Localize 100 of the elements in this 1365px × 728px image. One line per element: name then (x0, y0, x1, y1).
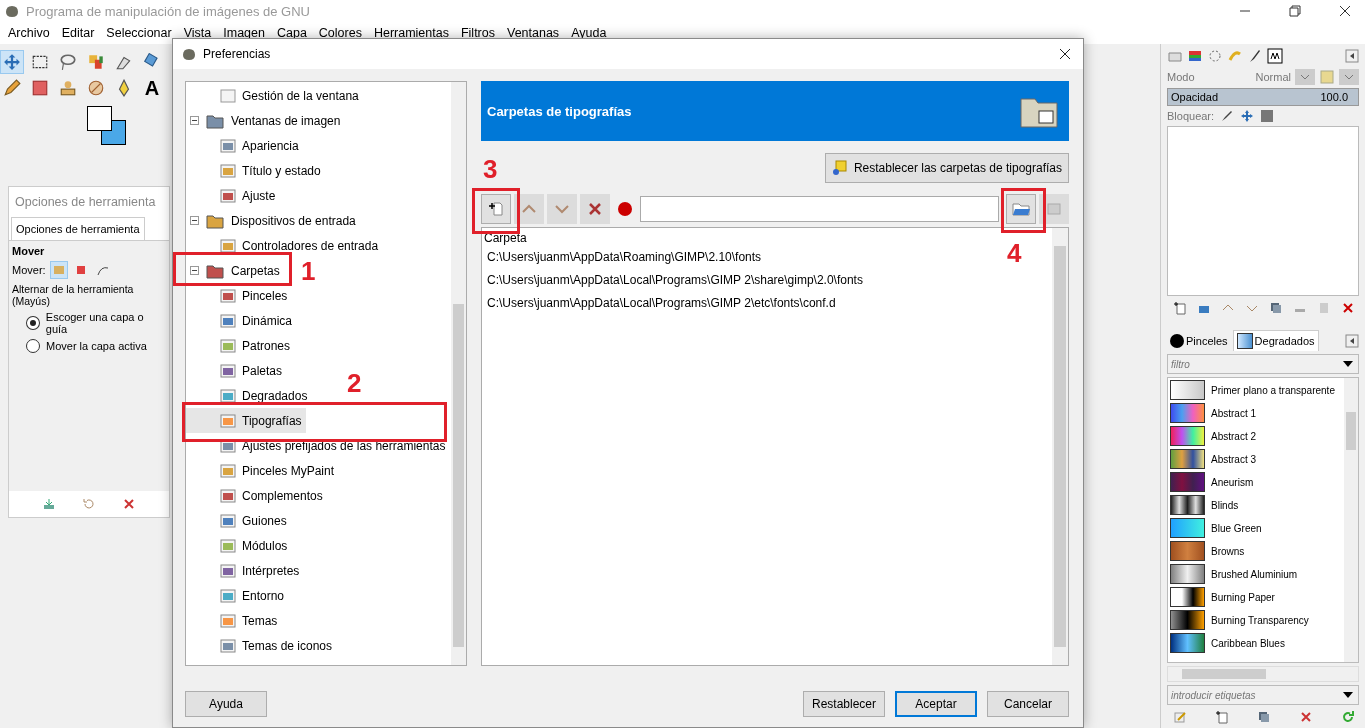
dropdown-button[interactable] (1295, 69, 1315, 85)
menu-item[interactable]: Ayuda (571, 26, 607, 40)
tree-item[interactable]: Entorno (186, 583, 289, 608)
tree-item[interactable]: Controladores de entrada (186, 233, 383, 258)
gradient-item[interactable]: Browns (1170, 541, 1342, 561)
tree-item[interactable]: Ajustes prefijados de las herramientas (186, 433, 450, 458)
tree-item[interactable]: Guiones (186, 508, 291, 533)
gradient-item[interactable]: Burning Paper (1170, 587, 1342, 607)
restore-icon[interactable] (1289, 5, 1301, 17)
tags-field[interactable]: introducir etiquetas (1167, 685, 1359, 705)
scrollbar[interactable] (1344, 378, 1358, 662)
menu-item[interactable]: Seleccionar (106, 26, 172, 40)
stamp-icon[interactable] (59, 79, 77, 97)
smudge-icon[interactable] (87, 79, 105, 97)
tree-item[interactable]: Pinceles MyPaint (186, 458, 339, 483)
new-icon[interactable] (1215, 710, 1229, 724)
duplicate-icon[interactable] (1269, 301, 1283, 315)
pencil-icon[interactable] (3, 79, 21, 97)
tree-item[interactable]: Módulos (186, 533, 292, 558)
panel-tab[interactable]: Degradados (1232, 330, 1319, 351)
move-icon[interactable] (1240, 109, 1255, 123)
scrollbar[interactable] (1052, 228, 1068, 665)
tree-item[interactable]: Degradados (186, 383, 312, 408)
radio-option[interactable]: Escoger una capa o guía (12, 311, 166, 335)
tree-item[interactable]: Temas (186, 608, 282, 633)
caret-icon[interactable] (1343, 692, 1353, 698)
tree-item[interactable]: Título y estado (186, 158, 325, 183)
remove-button[interactable] (580, 194, 610, 224)
color-blocks-icon[interactable] (87, 53, 105, 71)
menu-item[interactable]: Colores (318, 26, 362, 40)
menu-item[interactable]: Editar (61, 26, 95, 40)
browse-folder-button[interactable] (1006, 194, 1036, 224)
close-icon[interactable] (1339, 5, 1351, 17)
dialog-button[interactable]: Ayuda (185, 691, 267, 717)
path-field[interactable] (640, 196, 999, 222)
tree-item[interactable]: Paletas (186, 358, 287, 383)
tree-item[interactable]: Apariencia (186, 133, 303, 158)
folder-path[interactable]: C:\Users\juanm\AppData\Local\Programs\GIMP 2\etc\fonts\conf.d (482, 291, 836, 314)
menu-item[interactable]: Filtros (460, 26, 495, 40)
tree-item[interactable]: Dispositivos de entrada (186, 208, 360, 233)
tree-item[interactable]: Patrones (186, 333, 295, 358)
color-swatches-icon[interactable] (87, 106, 127, 146)
collapse-icon[interactable] (1345, 49, 1359, 63)
menu-item[interactable]: Ventanas (507, 26, 560, 40)
tree-item[interactable]: Ventanas de imagen (186, 108, 345, 133)
delete-icon[interactable] (1299, 710, 1313, 724)
menu-item[interactable]: Imagen (223, 26, 265, 40)
menu-item[interactable]: Capa (276, 26, 307, 40)
tree-item[interactable]: Pinceles (186, 283, 292, 308)
move-up-button[interactable] (514, 194, 544, 224)
expander-icon[interactable] (190, 116, 199, 125)
reset-folders-button[interactable]: Restablecer las carpetas de tipografías (824, 153, 1069, 183)
tree-item[interactable]: Intérpretes (186, 558, 304, 583)
mode-value[interactable]: Normal (1255, 71, 1291, 83)
collapse-icon[interactable] (1345, 333, 1359, 348)
scrollbar[interactable] (451, 82, 466, 665)
menu-item[interactable]: Archivo (8, 26, 50, 40)
gradient-item[interactable]: Abstract 2 (1170, 426, 1342, 446)
refresh-icon[interactable] (1341, 710, 1355, 724)
radio-option[interactable]: Mover la capa activa (12, 339, 166, 353)
tree-item[interactable]: Ajuste (186, 183, 280, 208)
save-icon[interactable] (42, 497, 56, 511)
tree-item[interactable]: Complementos (186, 483, 327, 508)
menu-item[interactable]: Herramientas (373, 26, 449, 40)
duplicate-icon[interactable] (1257, 710, 1271, 724)
delete-icon[interactable] (1341, 301, 1355, 315)
rectangle-select-icon[interactable] (31, 53, 49, 71)
gradient-item[interactable]: Caribbean Blues (1170, 633, 1342, 653)
move-icon[interactable] (3, 53, 21, 71)
tree-item[interactable]: Gestión de la ventana (186, 83, 363, 108)
panel-tab[interactable]: Pinceles (1167, 331, 1231, 350)
delete-icon[interactable] (122, 497, 136, 511)
panel-tab[interactable]: Opciones de herramienta (11, 217, 145, 240)
tree-item[interactable]: Carpetas (186, 258, 284, 283)
paths-icon[interactable] (1207, 48, 1223, 64)
brush-icon[interactable] (1247, 48, 1263, 64)
gradient-item[interactable]: Brushed Aluminium (1170, 564, 1342, 584)
caret-icon[interactable] (1343, 361, 1353, 367)
gradient-item[interactable]: Abstract 3 (1170, 449, 1342, 469)
close-icon[interactable] (1059, 48, 1071, 60)
dropdown-button[interactable] (1339, 69, 1359, 85)
gradient-item[interactable]: Burning Transparency (1170, 610, 1342, 630)
gradient-item[interactable]: Primer plano a transparente (1170, 380, 1342, 400)
filter-field[interactable]: filtro (1167, 354, 1359, 374)
menu-item[interactable]: Vista (183, 26, 212, 40)
folder-path[interactable]: C:\Users\juanm\AppData\Roaming\GIMP\2.10\fonts (482, 245, 762, 268)
text-tool-icon[interactable]: A (144, 78, 160, 98)
tree-item[interactable]: Dinámica (186, 308, 296, 333)
new-layer-icon[interactable] (1173, 301, 1187, 315)
folder-path[interactable]: C:\Users\juanm\AppData\Local\Programs\GIMP 2\share\gimp\2.0\fonts (482, 268, 863, 291)
dialog-button[interactable]: Aceptar (895, 691, 977, 717)
expander-icon[interactable] (190, 266, 199, 275)
reset-icon[interactable] (82, 497, 96, 511)
gradient-item[interactable]: Aneurism (1170, 472, 1342, 492)
edit-icon[interactable] (1173, 710, 1187, 724)
eraser-icon[interactable] (31, 79, 49, 97)
lasso-icon[interactable] (59, 53, 77, 71)
dialog-button[interactable]: Cancelar (987, 691, 1069, 717)
gradient-item[interactable]: Abstract 1 (1170, 403, 1342, 423)
dialog-button[interactable]: Restablecer (803, 691, 885, 717)
